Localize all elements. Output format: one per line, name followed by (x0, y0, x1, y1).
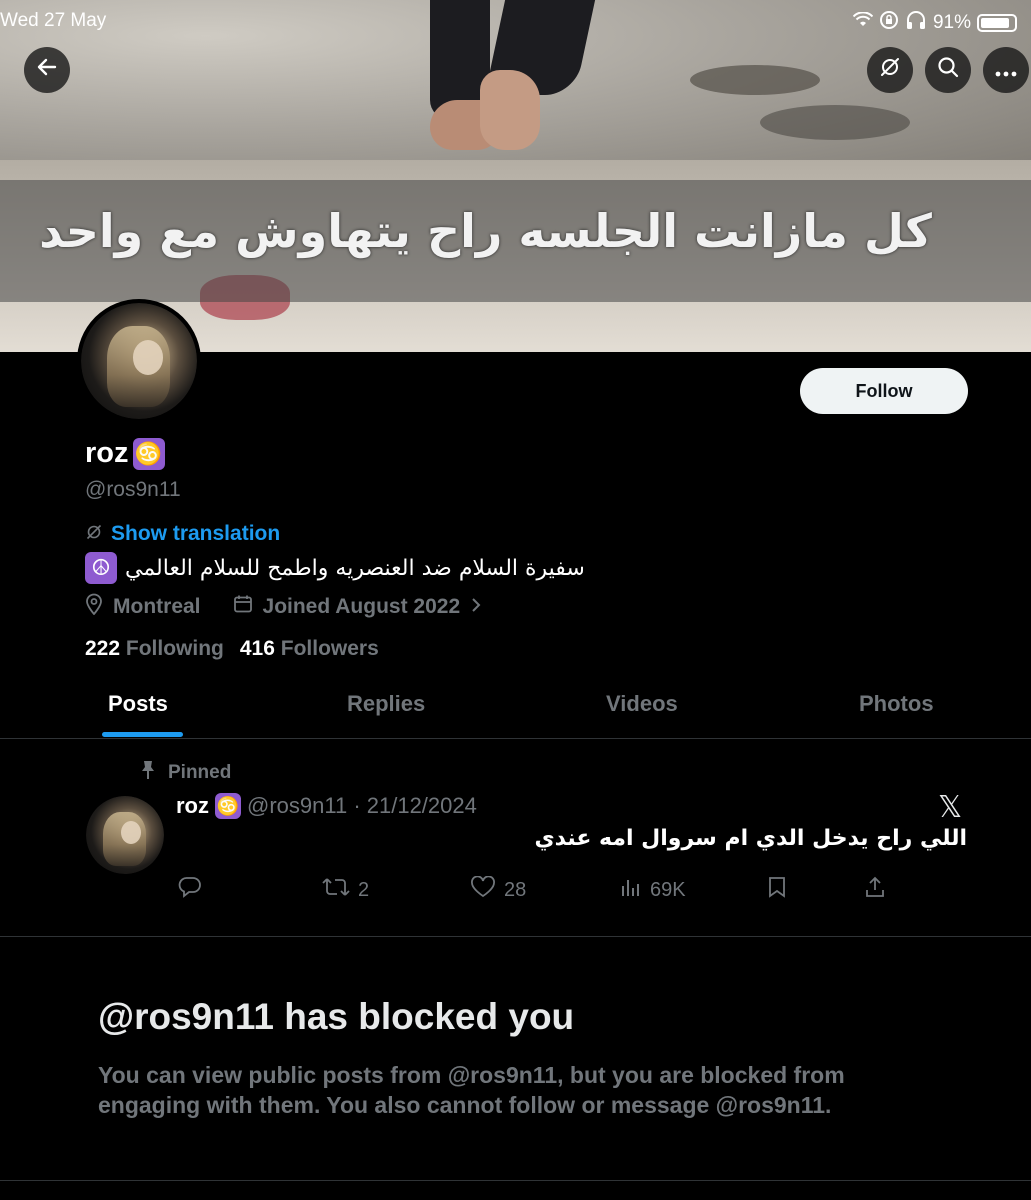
bookmark-button[interactable] (767, 876, 787, 904)
pin-icon (140, 760, 156, 786)
blocked-title: @ros9n11 has blocked you (98, 996, 575, 1037)
avatar-face (133, 340, 164, 375)
wifi-icon (852, 11, 874, 34)
profile-bio: ☮ سفيرة السلام ضد العنصريه واطمح للسلام … (85, 552, 585, 584)
divider (0, 1180, 1031, 1181)
profile-meta: Montreal Joined August 2022 (85, 593, 482, 621)
avatar-image (86, 796, 164, 874)
banner-clutter (760, 105, 910, 140)
calendar-icon (233, 594, 253, 620)
post-header: roz ♋ @ros9n11 · 21/12/2024 (176, 793, 477, 819)
banner-caption: كل مازانت الجلسه راح يتهاوش مع واحد (39, 204, 932, 258)
followers-label: Followers (280, 637, 379, 660)
repost-icon (322, 876, 350, 904)
cancer-zodiac-icon: ♋ (132, 437, 165, 470)
banner-clutter (690, 65, 820, 95)
view-count: 69K (650, 878, 686, 901)
post-text: اللي راح يدخل الدي ام سروال امه عندي (534, 826, 967, 851)
tab-active-indicator (102, 732, 183, 737)
x-logo-icon: 𝕏 (938, 790, 963, 825)
blocked-description: You can view public posts from @ros9n11,… (98, 1062, 845, 1118)
follow-counts: 222 Following 416 Followers (85, 637, 379, 661)
location-pin-icon (85, 593, 103, 621)
divider (0, 936, 1031, 937)
tab-photos[interactable]: Photos (859, 691, 934, 717)
profile-tabs: Posts Replies Videos Photos (0, 675, 1031, 739)
profile-handle: @ros9n11 (85, 478, 181, 501)
share-button[interactable] (864, 876, 886, 904)
translate-off-icon (878, 55, 902, 85)
lock-rotation-icon (879, 10, 899, 36)
joined-text[interactable]: Joined August 2022 (263, 595, 461, 619)
heart-icon (470, 875, 496, 904)
tab-replies[interactable]: Replies (347, 691, 425, 717)
like-count: 28 (504, 878, 527, 901)
following-label: Following (125, 637, 224, 660)
pinned-label-row: Pinned (140, 760, 231, 786)
headphones-icon (905, 10, 927, 36)
reply-icon (178, 876, 202, 904)
repost-count: 2 (358, 878, 370, 901)
location-text: Montreal (113, 595, 201, 618)
show-translation-link[interactable]: Show translation (111, 522, 280, 546)
followers-count: 416 (239, 637, 275, 660)
post-avatar[interactable] (86, 796, 164, 874)
follow-button[interactable]: Follow (800, 368, 968, 414)
following-link[interactable]: 222 Following (85, 637, 224, 661)
share-icon (864, 876, 886, 904)
arrow-left-icon (36, 56, 58, 84)
like-button[interactable]: 28 (470, 875, 527, 904)
analytics-icon (620, 876, 642, 904)
bookmark-icon (767, 876, 787, 904)
post-actions: 2 28 69K (0, 872, 1031, 906)
display-name-text: roz (85, 437, 129, 469)
reply-button[interactable] (178, 876, 202, 904)
search-button[interactable] (925, 47, 971, 93)
repost-button[interactable]: 2 (322, 876, 369, 904)
post-author-name[interactable]: roz (176, 793, 209, 819)
banner-foot (480, 70, 540, 150)
views-button[interactable]: 69K (620, 876, 686, 904)
status-icons: 91% (852, 10, 1017, 36)
status-time: Wed 27 May (0, 10, 107, 31)
more-button[interactable] (983, 47, 1029, 93)
cancer-zodiac-icon: ♋ (215, 793, 241, 819)
battery-percent: 91% (932, 12, 971, 33)
tab-videos[interactable]: Videos (606, 691, 678, 717)
search-icon (936, 55, 960, 85)
pinned-text: Pinned (168, 762, 232, 783)
battery-icon (977, 14, 1017, 32)
translate-off-icon (85, 523, 103, 546)
following-count: 222 (85, 637, 121, 660)
more-horizontal-icon (995, 58, 1017, 83)
back-button[interactable] (24, 47, 70, 93)
bio-text: سفيرة السلام ضد العنصريه واطمح للسلام ال… (125, 555, 585, 581)
translate-button[interactable] (867, 47, 913, 93)
chevron-right-icon[interactable] (470, 596, 482, 619)
profile-avatar[interactable] (77, 299, 201, 423)
tab-posts[interactable]: Posts (108, 691, 168, 717)
peace-icon: ☮ (85, 552, 117, 584)
display-name: roz ♋ (85, 437, 165, 470)
translation-row: Show translation (85, 522, 280, 546)
post-meta: @ros9n11 · 21/12/2024 (247, 793, 477, 818)
followers-link[interactable]: 416 Followers (240, 637, 379, 661)
avatar-image (81, 303, 197, 419)
